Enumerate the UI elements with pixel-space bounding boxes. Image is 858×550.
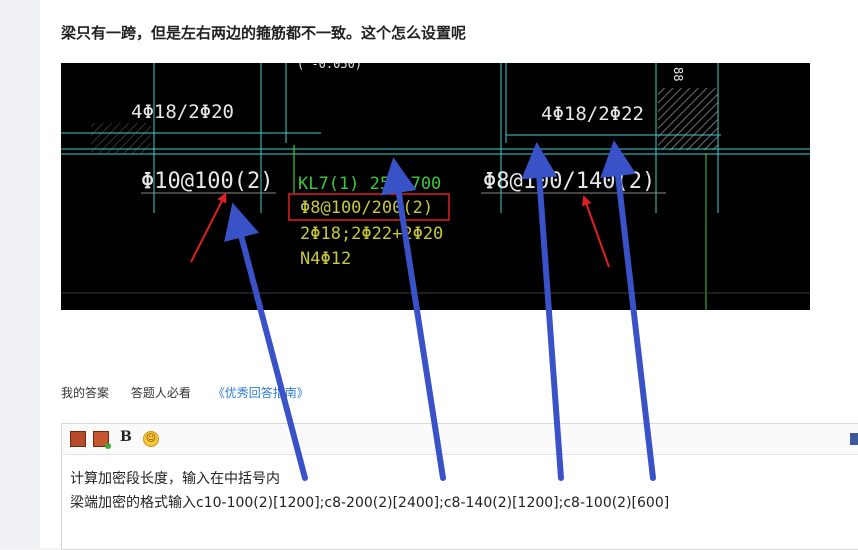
side-symbol: 88 <box>671 67 685 81</box>
editor-line-1: 计算加密段长度，输入在中括号内 <box>70 471 280 487</box>
cad-drawing-image: ( -0.050) 4Φ18/2Φ20 4Φ18/2Φ22 Φ10@100(2)… <box>61 63 810 310</box>
question-title: 梁只有一跨，但是左右两边的箍筋都不一致。这个怎么设置呢 <box>61 24 467 42</box>
beam-long-rebar-label: 2Φ18;2Φ22+2Φ20 <box>300 224 443 244</box>
multi-image-icon[interactable] <box>93 431 111 449</box>
guide-link[interactable]: 《优秀回答指南》 <box>213 386 309 400</box>
left-sidebar-strip <box>0 0 40 548</box>
answer-links-bar: 我的答案 答题人必看 《优秀回答指南》 <box>61 384 327 401</box>
left-column-rebar-label: 4Φ18/2Φ20 <box>131 101 234 123</box>
top-fragment-label: ( -0.050) <box>297 63 362 71</box>
editor-line-2: 梁端加密的格式输入c10-100(2)[1200];c8-200(2)[2400… <box>70 495 670 511</box>
editor-toolbar: B ☺ <box>62 424 858 455</box>
answer-editor[interactable]: B ☺ 计算加密段长度，输入在中括号内 梁端加密的格式输入c10-100(2)[… <box>61 423 858 550</box>
right-stirrup-label: Φ8@100/140(2) <box>483 169 655 194</box>
image-icon[interactable] <box>70 431 86 447</box>
cad-drawing-svg: ( -0.050) 4Φ18/2Φ20 4Φ18/2Φ22 Φ10@100(2)… <box>61 63 810 310</box>
beam-stirrup-label: Φ8@100/200(2) <box>300 198 433 218</box>
editor-text-area[interactable]: 计算加密段长度，输入在中括号内 梁端加密的格式输入c10-100(2)[1200… <box>62 455 858 527</box>
must-read-label: 答题人必看 <box>130 386 191 400</box>
bold-button[interactable]: B <box>120 429 136 445</box>
hatched-column-right <box>658 88 718 150</box>
beam-side-rebar-label: N4Φ12 <box>300 249 351 269</box>
fullscreen-icon[interactable] <box>850 433 858 445</box>
left-stirrup-label: Φ10@100(2) <box>141 169 273 194</box>
right-column-rebar-label: 4Φ18/2Φ22 <box>541 103 644 125</box>
beam-label: KL7(1) 250x700 <box>298 174 441 194</box>
emoji-icon[interactable]: ☺ <box>143 431 159 447</box>
my-answer-label: 我的答案 <box>61 386 110 400</box>
